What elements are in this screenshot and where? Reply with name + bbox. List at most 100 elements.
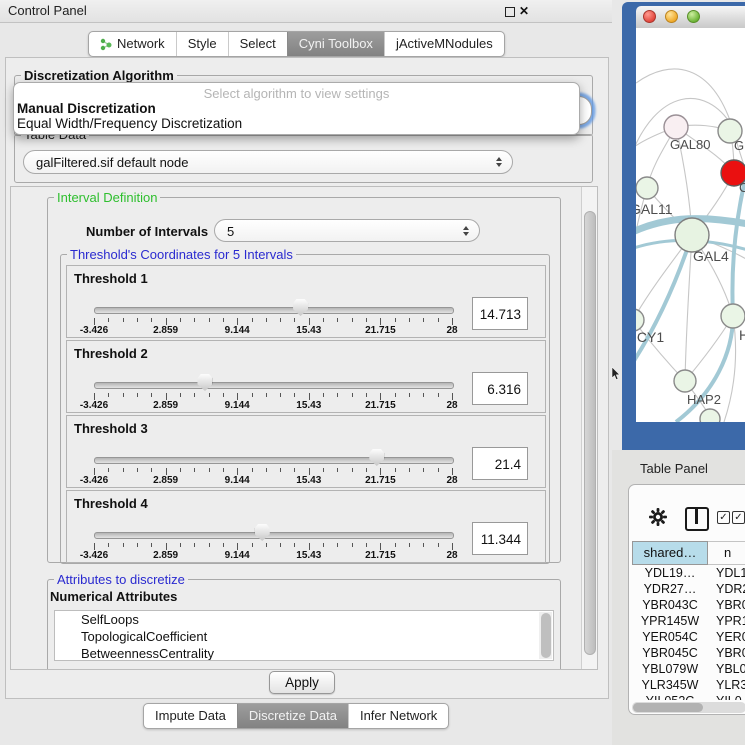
network-window-titlebar[interactable] [636, 6, 745, 29]
slider-tick [423, 543, 424, 547]
slider-tick [395, 468, 396, 472]
tab-infer-network[interactable]: Infer Network [348, 704, 448, 728]
table-horizontal-scrollbar[interactable] [632, 702, 745, 713]
table-data-value: galFiltered.sif default node [36, 151, 188, 175]
dropdown-option-equal-width[interactable]: Equal Width/Frequency Discretization [17, 116, 576, 131]
tab-style[interactable]: Style [176, 32, 228, 56]
slider-tick [209, 393, 210, 397]
slider-tick [151, 468, 152, 472]
column-header-name[interactable]: n [708, 541, 745, 565]
threshold-slider-track[interactable] [94, 382, 454, 389]
number-of-intervals-combo[interactable]: 5 [214, 219, 480, 242]
slider-tick [280, 543, 281, 547]
GCY1-node[interactable] [636, 309, 644, 331]
slider-tick [266, 318, 267, 322]
table-row[interactable]: YBR045CYBR0 [632, 645, 745, 661]
slider-tick [151, 318, 152, 322]
table-data-combo[interactable]: galFiltered.sif default node [23, 150, 513, 174]
threshold-slider-track[interactable] [94, 307, 454, 314]
cell-shared-name: YLR345W [632, 677, 708, 693]
partial-node[interactable] [700, 409, 720, 422]
close-icon[interactable]: ✕ [519, 3, 529, 19]
tab-select[interactable]: Select [228, 32, 287, 56]
HAP2-node[interactable] [674, 370, 696, 392]
table-rows: YDL19…YDL1YDR27…YDR2YBR043CYBR0YPR145WYP… [632, 565, 745, 700]
slider-tick [280, 318, 281, 322]
threshold-value-field[interactable]: 11.344 [472, 522, 528, 555]
slider-tick [223, 393, 224, 397]
window-close-icon[interactable] [643, 10, 656, 23]
table-row[interactable]: YDL19…YDL1 [632, 565, 745, 581]
tab-jactivemnodules[interactable]: jActiveMNodules [384, 32, 504, 56]
table-row[interactable]: YBL079WYBL0 [632, 661, 745, 677]
apply-button[interactable]: Apply [269, 671, 335, 694]
window-minimize-icon[interactable] [665, 10, 678, 23]
slider-tick [309, 393, 310, 400]
window-zoom-icon[interactable] [687, 10, 700, 23]
tab-network[interactable]: Network [89, 32, 176, 56]
threshold-panel-4: Threshold 4-3.4262.8599.14415.4321.71528… [66, 490, 546, 563]
table-row[interactable]: YLR345WYLR3 [632, 677, 745, 693]
checkbox-checked-icon[interactable]: ✓ [717, 511, 730, 524]
slider-tick [108, 393, 109, 397]
table-row[interactable]: YER054CYER0 [632, 629, 745, 645]
table-row[interactable]: YDR27…YDR2 [632, 581, 745, 597]
slider-tick [108, 468, 109, 472]
network-view-window[interactable]: GAL80GCGAL11GAL4GCY1HHAP2 [622, 2, 745, 450]
slider-tick-label: 15.43 [296, 475, 321, 486]
slider-tick [337, 543, 338, 547]
settings-vertical-scrollbar[interactable] [581, 187, 598, 669]
column-layout-icon[interactable] [685, 507, 709, 531]
algorithm-dropdown-popup: Select algorithm to view settings Manual… [13, 82, 580, 135]
tab-cyni-toolbox[interactable]: Cyni Toolbox [287, 32, 384, 56]
slider-tick [123, 318, 124, 322]
thresholds-group: Threshold's Coordinates for 5 Intervals … [60, 254, 550, 564]
GAL11-node[interactable] [636, 177, 658, 199]
slider-tick [294, 543, 295, 547]
slider-tick-label: 9.144 [225, 475, 250, 486]
panel-title: Control Panel [8, 0, 87, 22]
tab-discretize-data[interactable]: Discretize Data [237, 704, 348, 728]
slider-tick [294, 318, 295, 322]
scrollbar-thumb[interactable] [584, 211, 596, 655]
attribute-list-item[interactable]: BetweennessCentrality [55, 645, 553, 661]
GAL4-node[interactable] [675, 218, 709, 252]
bottom-tab-bar: Impute DataDiscretize DataInfer Network [143, 703, 449, 729]
thresholds-group-title: Threshold's Coordinates for 5 Intervals [67, 247, 296, 262]
slider-tick [151, 543, 152, 547]
slider-tick-label: 28 [446, 325, 457, 336]
slider-tick [209, 468, 210, 472]
attributes-scrollbar[interactable] [539, 612, 552, 659]
slider-tick [108, 318, 109, 322]
checkbox-checked-icon[interactable]: ✓ [732, 511, 745, 524]
threshold-slider-track[interactable] [94, 457, 454, 464]
table-row[interactable]: YPR145WYPR1 [632, 613, 745, 629]
slider-tick [452, 318, 453, 325]
attribute-list-item[interactable]: SelfLoops [55, 611, 553, 628]
threshold-value-field[interactable]: 21.4 [472, 447, 528, 480]
dropdown-option-manual[interactable]: Manual Discretization [17, 101, 576, 116]
tab-impute-data[interactable]: Impute Data [144, 704, 237, 728]
network-icon [100, 38, 112, 51]
table-row[interactable]: YIL052CYIL0 [632, 693, 745, 700]
threshold-value-field[interactable]: 14.713 [472, 297, 528, 330]
slider-tick [194, 318, 195, 322]
GAL80-node[interactable] [664, 115, 688, 139]
cell-name: YIL0 [708, 693, 742, 700]
numerical-attributes-list[interactable]: SelfLoopsTopologicalCoefficientBetweenne… [54, 610, 554, 661]
threshold-value-field[interactable]: 6.316 [472, 372, 528, 405]
scrollbar-thumb[interactable] [633, 703, 703, 712]
column-header-shared-name[interactable]: shared… [632, 541, 708, 565]
attribute-list-item[interactable]: TopologicalCoefficient [55, 628, 553, 645]
table-browser: ✓ ✓ shared… n YDL19…YDL1YDR27…YDR2YBR043… [628, 484, 745, 715]
settings-gear-icon[interactable] [649, 508, 667, 526]
interval-definition-title: Interval Definition [54, 190, 160, 205]
slider-tick [323, 543, 324, 547]
network-canvas[interactable]: GAL80GCGAL11GAL4GCY1HHAP2 [636, 28, 745, 422]
table-row[interactable]: YBR043CYBR0 [632, 597, 745, 613]
float-panel-icon[interactable] [505, 7, 515, 17]
threshold-slider-track[interactable] [94, 532, 454, 539]
H-node[interactable] [721, 304, 745, 328]
slider-tick [166, 393, 167, 400]
tab-label: Style [188, 32, 217, 56]
